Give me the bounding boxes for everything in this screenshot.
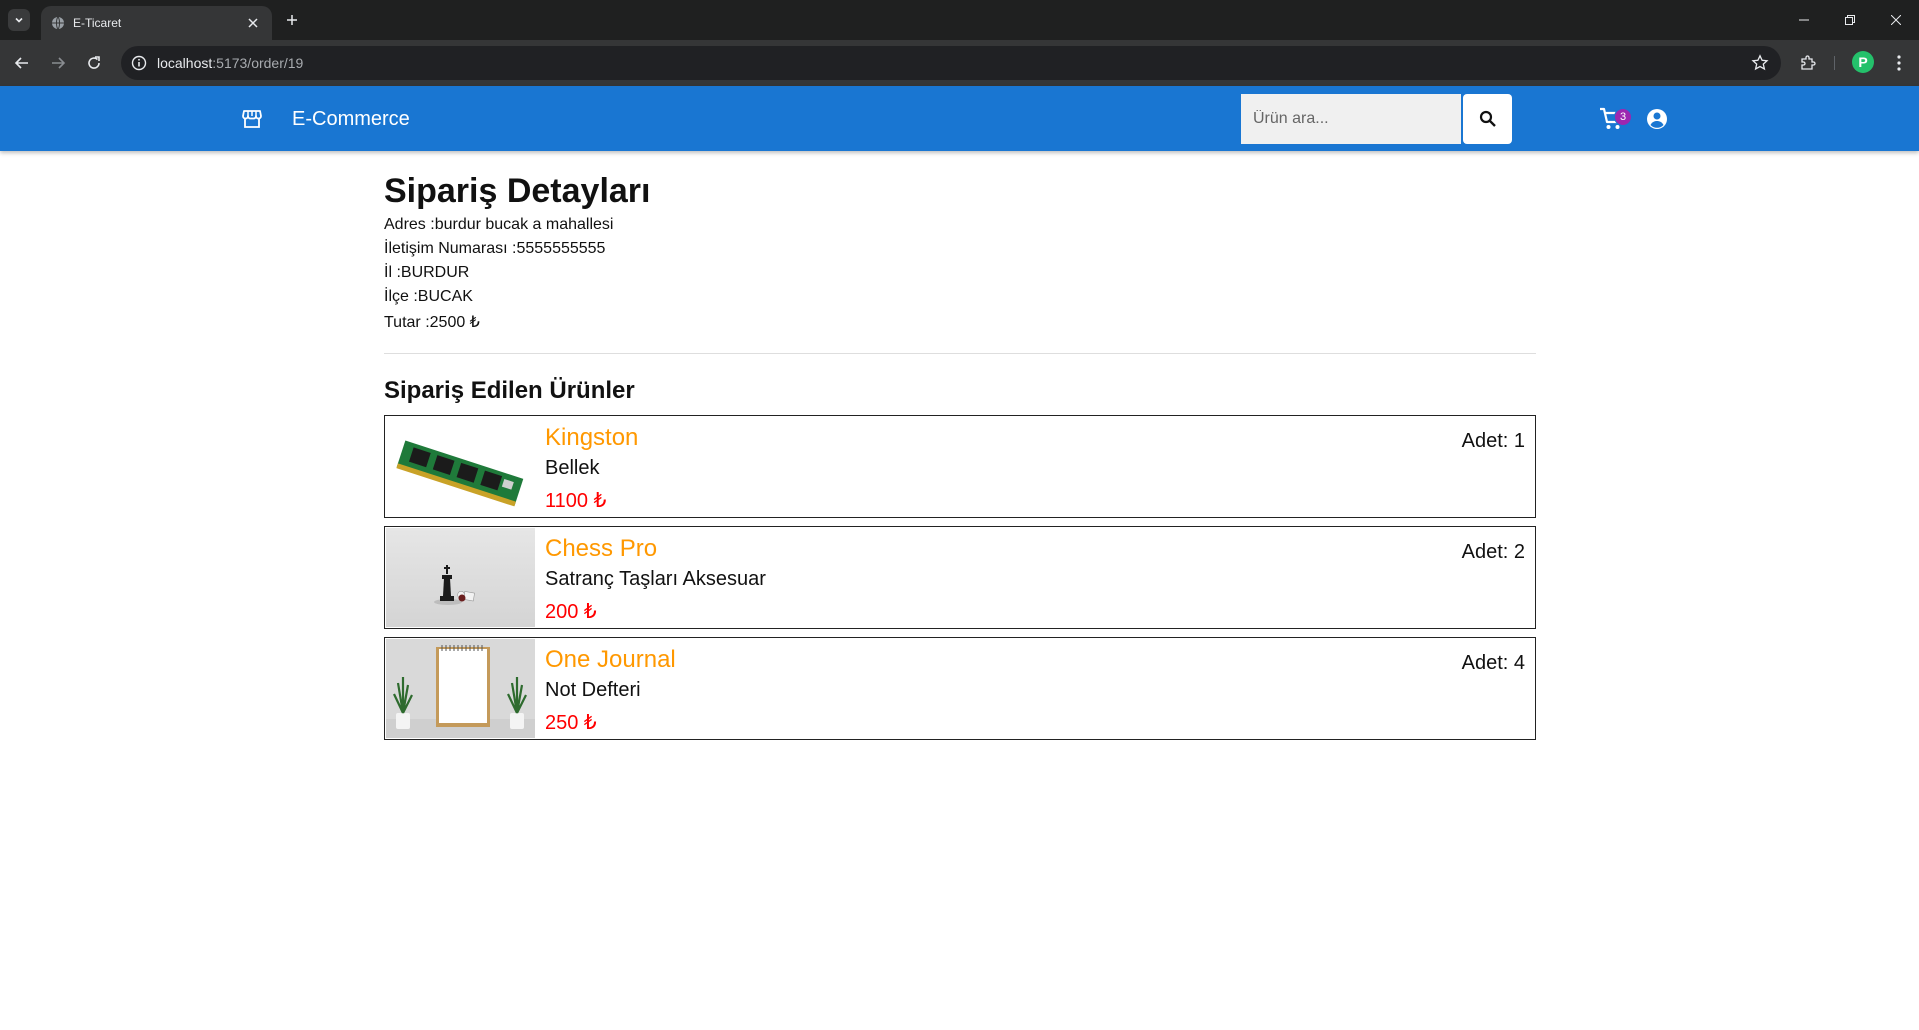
item-price: 250 ₺ bbox=[545, 712, 597, 734]
browser-menu-button[interactable] bbox=[1888, 52, 1910, 74]
search-icon bbox=[1479, 110, 1496, 127]
address-bar[interactable]: localhost:5173/order/19 bbox=[121, 46, 1781, 80]
ordered-items-title: Sipariş Edilen Ürünler bbox=[384, 377, 635, 404]
info-icon[interactable] bbox=[130, 54, 148, 72]
bookmark-star-icon[interactable] bbox=[1751, 54, 1769, 72]
browser-tabstrip: E-Ticaret bbox=[0, 0, 1919, 40]
arrow-right-icon bbox=[52, 57, 66, 69]
brand-title[interactable]: E-Commerce bbox=[292, 108, 410, 131]
order-item-card[interactable]: Chess Pro Satranç Taşları Aksesuar 200 ₺… bbox=[384, 526, 1536, 629]
search-button[interactable] bbox=[1463, 94, 1512, 144]
item-quantity: Adet: 2 bbox=[1461, 541, 1525, 563]
minimize-button[interactable] bbox=[1781, 0, 1827, 40]
item-brand: Kingston bbox=[545, 424, 639, 451]
tab-search-button[interactable] bbox=[8, 9, 30, 31]
item-price: 1100 ₺ bbox=[545, 490, 607, 512]
url-path: :5173/order/19 bbox=[212, 55, 304, 71]
app-navbar: E-Commerce 3 bbox=[0, 86, 1919, 151]
url-text: localhost:5173/order/19 bbox=[157, 55, 303, 71]
globe-icon bbox=[52, 16, 64, 30]
more-vertical-icon bbox=[1897, 55, 1901, 71]
item-brand: Chess Pro bbox=[545, 535, 658, 562]
minimize-icon bbox=[1799, 19, 1809, 21]
reload-button[interactable] bbox=[82, 51, 106, 75]
divider bbox=[384, 353, 1536, 354]
item-brand: One Journal bbox=[545, 646, 676, 673]
order-district: İlçe :BUCAK bbox=[384, 288, 473, 305]
puzzle-icon bbox=[1801, 55, 1816, 70]
url-host: localhost bbox=[157, 55, 213, 71]
plus-icon bbox=[287, 15, 297, 25]
extensions-button[interactable] bbox=[1797, 52, 1819, 74]
item-quantity: Adet: 1 bbox=[1461, 430, 1525, 452]
product-image-ram bbox=[386, 417, 535, 516]
order-phone: İletişim Numarası :5555555555 bbox=[384, 240, 606, 257]
reload-icon bbox=[88, 56, 100, 69]
profile-avatar[interactable]: P bbox=[1852, 51, 1874, 73]
store-icon[interactable] bbox=[240, 107, 264, 131]
close-window-button[interactable] bbox=[1873, 0, 1919, 40]
restore-button[interactable] bbox=[1827, 0, 1873, 40]
item-price: 200 ₺ bbox=[545, 601, 597, 623]
product-image-chess bbox=[386, 528, 535, 627]
item-name: Satranç Taşları Aksesuar bbox=[545, 568, 766, 590]
cart-count-badge: 3 bbox=[1614, 108, 1632, 126]
page-title: Sipariş Detayları bbox=[384, 172, 651, 210]
tab-title: E-Ticaret bbox=[73, 16, 122, 30]
order-item-card[interactable]: Kingston Bellek 1100 ₺ Adet: 1 bbox=[384, 415, 1536, 518]
browser-tab[interactable]: E-Ticaret bbox=[41, 6, 272, 40]
tab-close-button[interactable] bbox=[244, 14, 262, 32]
close-icon bbox=[1891, 15, 1901, 25]
chevron-down-icon bbox=[15, 17, 23, 23]
product-image-notebook bbox=[386, 639, 535, 738]
order-address: Adres :burdur bucak a mahallesi bbox=[384, 216, 614, 233]
item-name: Not Defteri bbox=[545, 679, 641, 701]
order-total: Tutar :2500 ₺ bbox=[384, 314, 480, 331]
toolbar-separator bbox=[1834, 56, 1835, 70]
new-tab-button[interactable] bbox=[281, 9, 303, 31]
order-item-card[interactable]: One Journal Not Defteri 250 ₺ Adet: 4 bbox=[384, 637, 1536, 740]
back-button[interactable] bbox=[10, 51, 34, 75]
item-quantity: Adet: 4 bbox=[1461, 652, 1525, 674]
close-icon bbox=[248, 18, 258, 28]
forward-button[interactable] bbox=[46, 51, 70, 75]
order-city: İl :BURDUR bbox=[384, 264, 470, 281]
item-name: Bellek bbox=[545, 457, 600, 479]
search-input[interactable] bbox=[1241, 94, 1461, 144]
arrow-left-icon bbox=[14, 57, 28, 69]
account-circle-icon[interactable] bbox=[1645, 107, 1669, 131]
browser-toolbar: localhost:5173/order/19 P bbox=[0, 40, 1919, 86]
restore-icon bbox=[1845, 15, 1855, 25]
